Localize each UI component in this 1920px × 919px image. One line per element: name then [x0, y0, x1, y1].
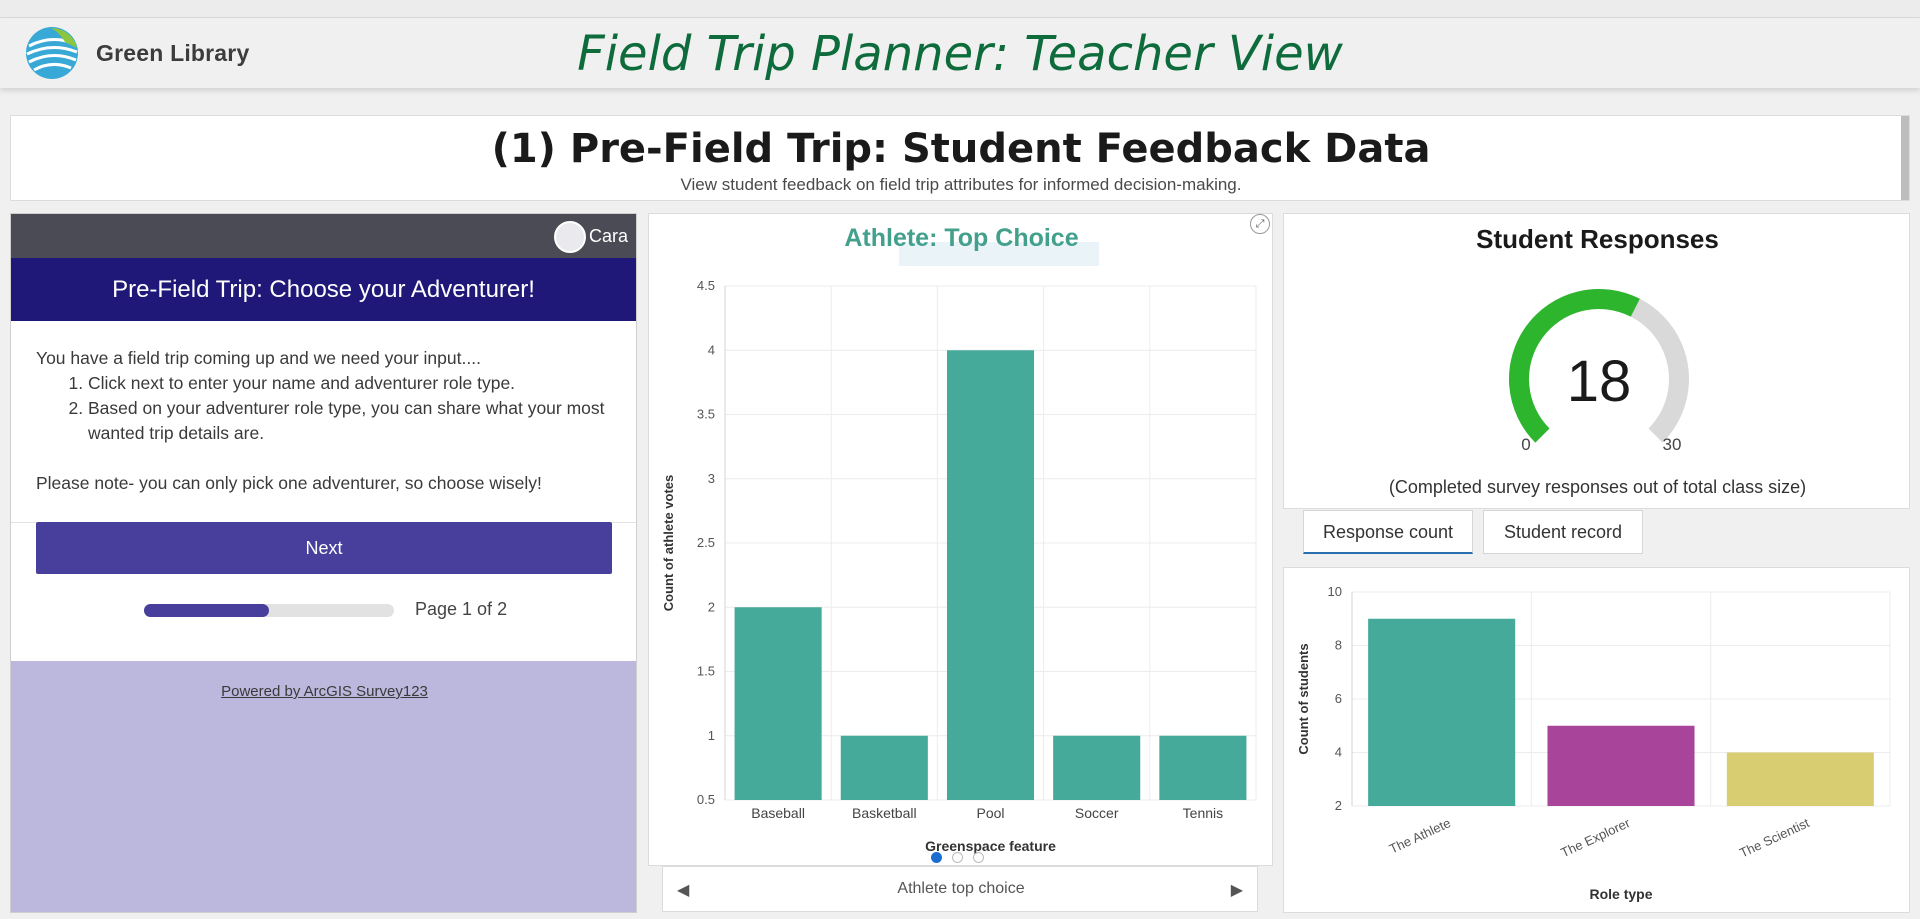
browser-top-strip [0, 0, 1920, 18]
carousel-dot-1[interactable] [931, 852, 942, 863]
survey-user-bar: Cara [11, 214, 636, 258]
survey-progress-bar [144, 604, 394, 617]
tab-student-record[interactable]: Student record [1483, 510, 1643, 554]
x-tick-label: Tennis [1183, 805, 1223, 821]
carousel-dot-3[interactable] [973, 852, 984, 863]
y-tick-label: 3 [708, 471, 715, 486]
bar-basketball [840, 735, 928, 800]
y-tick-label: 4.5 [697, 278, 715, 293]
x-tick-label: Soccer [1075, 805, 1119, 821]
powered-by-link[interactable]: Powered by ArcGIS Survey123 [11, 683, 636, 700]
survey-heading: Pre-Field Trip: Choose your Adventurer! [11, 258, 636, 321]
gauge-max-label: 30 [1663, 435, 1682, 454]
survey-steps: Click next to enter your name and advent… [88, 371, 611, 446]
y-tick-label: 4 [1335, 745, 1342, 760]
x-axis-title: Role type [1589, 886, 1652, 902]
y-tick-label: 4 [708, 342, 715, 357]
app-title-text: Field Trip Planner: Teacher View [577, 26, 1343, 82]
survey-step: Click next to enter your name and advent… [88, 371, 611, 396]
bar-the-scientist [1726, 752, 1874, 806]
y-tick-label: 10 [1328, 584, 1342, 599]
app-header: Green Library Field Trip Planner: Teache… [0, 18, 1920, 88]
athlete-chart-title: Athlete: Top Choice [844, 224, 1079, 252]
carousel-dot-2[interactable] [952, 852, 963, 863]
y-tick-label: 8 [1335, 638, 1342, 653]
responses-title: Student Responses [1476, 224, 1719, 254]
survey-progress-fill [144, 604, 269, 617]
page-indicator: Page 1 of 2 [415, 599, 508, 619]
survey-note: Please note- you can only pick one adven… [36, 473, 542, 493]
section-subtitle: View student feedback on field trip attr… [680, 175, 1242, 194]
section-scrollbar[interactable] [1901, 116, 1909, 200]
y-tick-label: 1.5 [697, 664, 715, 679]
bar-pool [946, 350, 1035, 800]
survey-description: You have a field trip coming up and we n… [11, 321, 636, 523]
chevron-right-icon[interactable]: ▶ [1231, 880, 1243, 900]
x-tick-label: The Scientist [1737, 815, 1812, 861]
carousel-label: Athlete top choice [897, 880, 1025, 897]
survey-panel: Cara Pre-Field Trip: Choose your Adventu… [10, 213, 637, 913]
survey-footer: Powered by ArcGIS Survey123 [11, 661, 636, 912]
x-tick-label: The Athlete [1387, 815, 1453, 856]
survey-step: Based on your adventurer role type, you … [88, 396, 611, 446]
athlete-chart-panel: 0.5 1 1.5 2 2.5 3 3.5 4 4.5 Baseball Basketball Poo… [648, 213, 1273, 866]
y-axis-title: Count of students [1296, 643, 1311, 754]
app-title: Field Trip Planner: Teacher View [0, 26, 1920, 82]
chart-carousel-nav: ◀ Athlete top choice ▶ [662, 866, 1258, 912]
expand-icon[interactable]: ⤢ [1250, 214, 1270, 234]
next-button[interactable]: Next [36, 522, 612, 574]
y-tick-label: 6 [1335, 691, 1342, 706]
y-tick-label: 2 [1335, 798, 1342, 813]
responses-caption: (Completed survey responses out of total… [1388, 477, 1807, 497]
athlete-bar-chart: 0.5 1 1.5 2 2.5 3 3.5 4 4.5 Baseball Basketball Poo… [661, 278, 1257, 854]
section-title: (1) Pre-Field Trip: Student Feedback Dat… [491, 126, 1431, 172]
x-tick-label: Pool [976, 805, 1004, 821]
y-axis-title: Count of athlete votes [661, 475, 676, 612]
section-header: (1) Pre-Field Trip: Student Feedback Dat… [10, 115, 1910, 201]
user-avatar-icon[interactable] [554, 221, 586, 253]
bar-the-athlete [1368, 618, 1516, 806]
gauge-value: 18 [1567, 349, 1632, 414]
x-tick-label: The Explorer [1558, 815, 1632, 860]
y-tick-label: 2.5 [697, 535, 715, 550]
x-tick-label: Baseball [751, 805, 805, 821]
role-type-bar-chart: 2 4 6 8 10 The Athlete The Explorer The Scienti… [1296, 584, 1891, 902]
gauge-min-label: 0 [1521, 435, 1530, 454]
role-type-panel: 2 4 6 8 10 The Athlete The Explorer The Scienti… [1283, 567, 1910, 913]
y-tick-label: 3.5 [697, 407, 715, 422]
survey-user-name[interactable]: Cara [589, 226, 628, 247]
bar-tennis [1159, 735, 1247, 800]
bar-baseball [734, 607, 822, 800]
responses-gauge: 18 0 30 [1509, 289, 1689, 454]
bar-the-explorer [1547, 725, 1695, 806]
bar-soccer [1053, 735, 1141, 800]
student-responses-panel: Student Responses 18 0 30 (Completed surve… [1283, 213, 1910, 509]
x-tick-label: Basketball [852, 805, 917, 821]
y-tick-label: 2 [708, 599, 715, 614]
tab-response-count[interactable]: Response count [1303, 510, 1473, 554]
y-tick-label: 1 [708, 728, 715, 743]
survey-intro: You have a field trip coming up and we n… [36, 348, 481, 368]
y-tick-label: 0.5 [697, 792, 715, 807]
